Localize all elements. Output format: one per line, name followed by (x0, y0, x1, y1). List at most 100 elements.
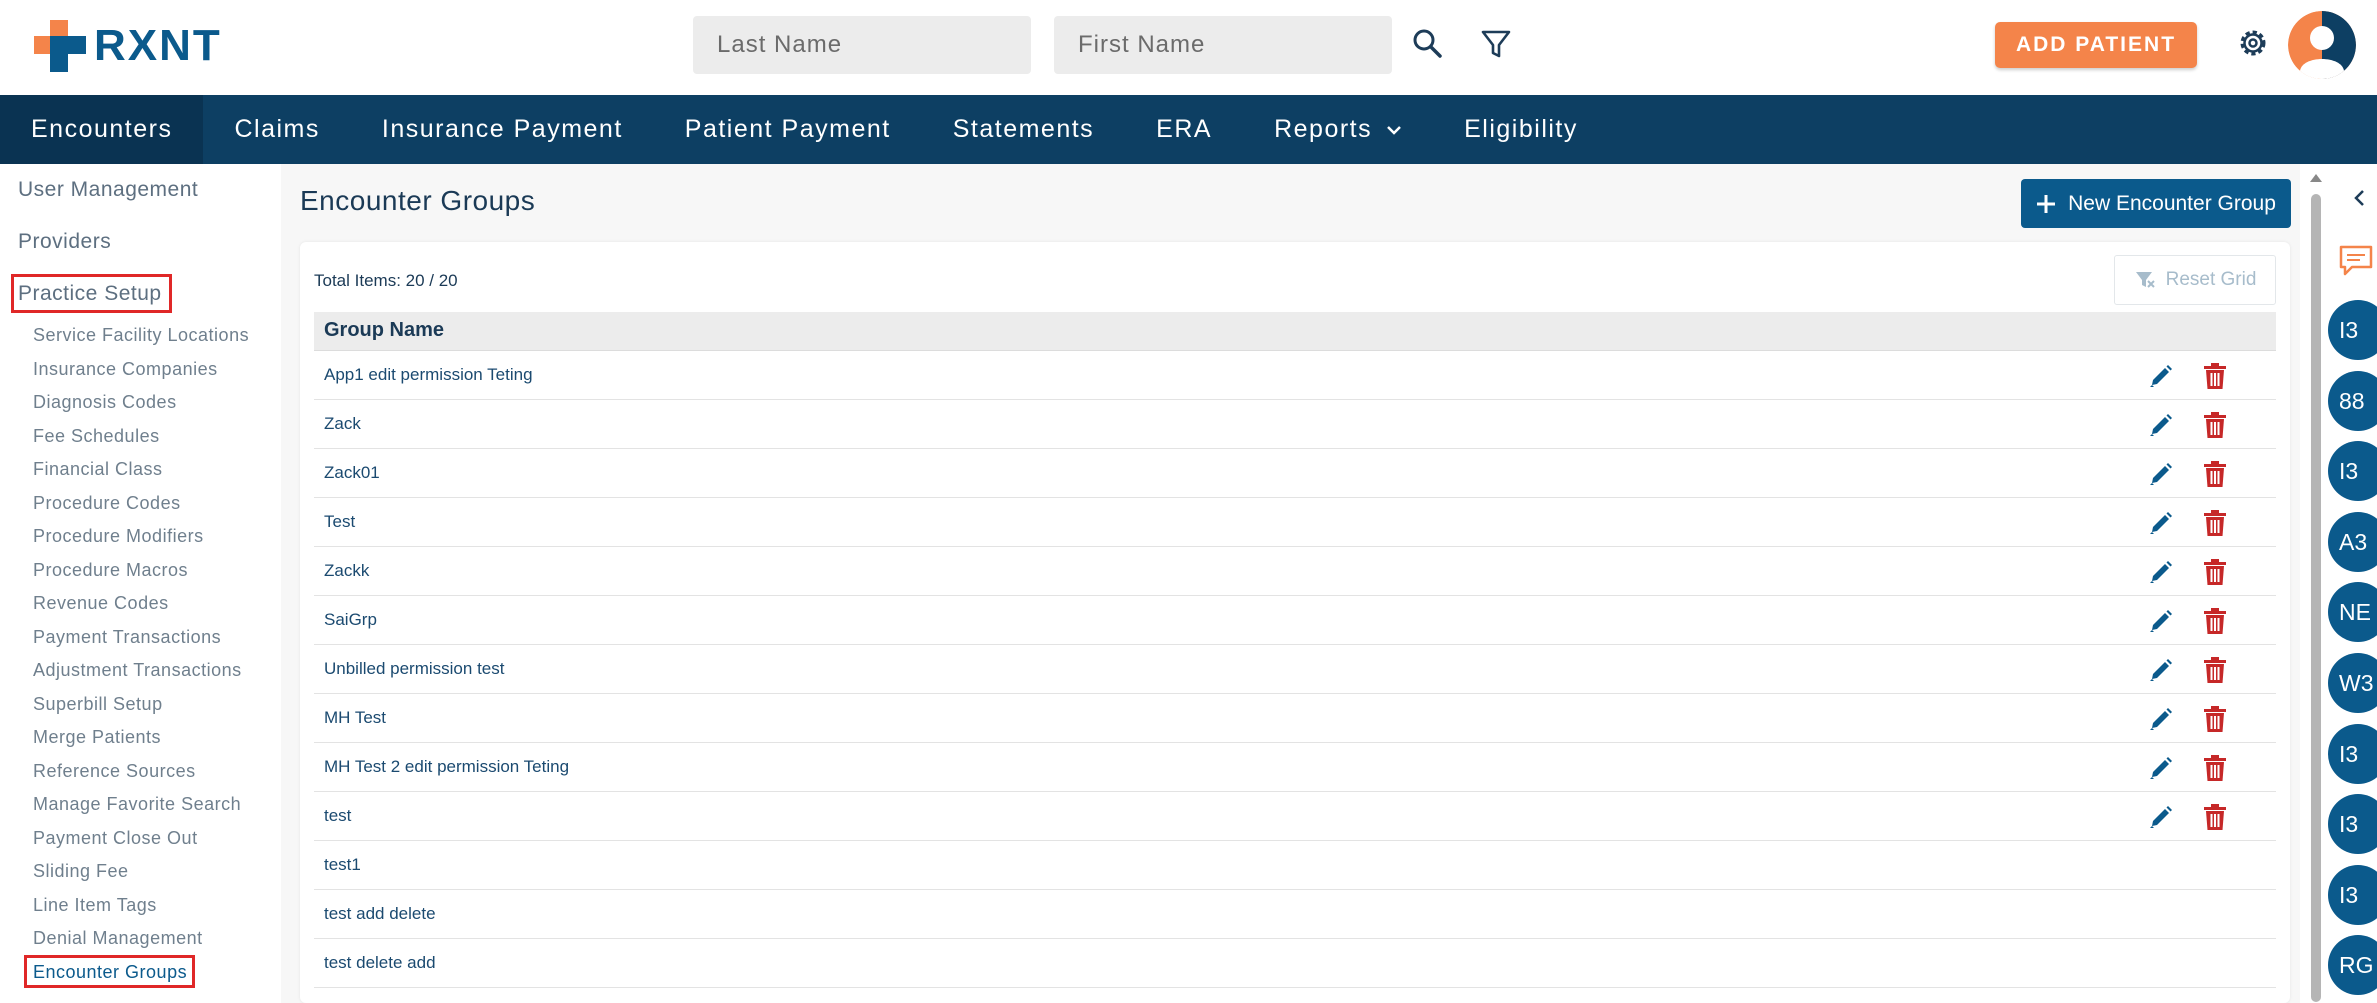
nav-reports-label: Reports (1274, 115, 1373, 143)
logo-cross-icon (34, 20, 86, 72)
group-name-cell[interactable]: Zack (324, 414, 361, 434)
add-patient-button[interactable]: ADD PATIENT (1995, 22, 2197, 68)
edit-pencil-icon[interactable] (2148, 559, 2174, 585)
nav-patient-payment[interactable]: Patient Payment (654, 95, 922, 164)
chat-icon[interactable] (2338, 244, 2374, 278)
scroll-thumb[interactable] (2311, 194, 2321, 1002)
group-name-cell[interactable]: Zackk (324, 561, 369, 581)
sidebar-item-user-management[interactable]: User Management (18, 178, 198, 202)
delete-trash-icon[interactable] (2202, 607, 2228, 635)
nav-statements[interactable]: Statements (922, 95, 1125, 164)
sidebar-subitem-sliding-fee[interactable]: Sliding Fee (33, 861, 129, 882)
nav-claims[interactable]: Claims (203, 95, 350, 164)
group-name-cell[interactable]: Unbilled permission test (324, 659, 504, 679)
sidebar-subitem-denial-management[interactable]: Denial Management (33, 928, 203, 949)
sidebar-subitem-procedure-macros[interactable]: Procedure Macros (33, 560, 188, 581)
rxnt-logo[interactable]: RXNT (32, 18, 222, 74)
nav-insurance-payment-label: Insurance Payment (381, 115, 623, 143)
sidebar-subitem-superbill-setup[interactable]: Superbill Setup (33, 694, 163, 715)
nav-eligibility[interactable]: Eligibility (1433, 95, 1609, 164)
sidebar-subitem-procedure-codes[interactable]: Procedure Codes (33, 493, 181, 514)
page-title: Encounter Groups (300, 185, 536, 216)
table-row[interactable]: SaiGrp (314, 596, 2276, 645)
sidebar-subitem-insurance-companies[interactable]: Insurance Companies (33, 359, 218, 380)
nav-reports[interactable]: Reports (1243, 95, 1433, 164)
search-icon[interactable] (1410, 26, 1446, 62)
edit-pencil-icon[interactable] (2148, 657, 2174, 683)
table-row[interactable]: Zack01 (314, 449, 2276, 498)
nav-insurance-payment[interactable]: Insurance Payment (351, 95, 654, 164)
sidebar-subitem-financial-class[interactable]: Financial Class (33, 459, 163, 480)
delete-trash-icon[interactable] (2202, 803, 2228, 831)
group-name-cell[interactable]: test (324, 806, 351, 826)
new-encounter-group-button[interactable]: New Encounter Group (2021, 179, 2291, 228)
chevron-down-icon (1386, 124, 1402, 136)
edit-pencil-icon[interactable] (2148, 755, 2174, 781)
sidebar-subitem-revenue-codes[interactable]: Revenue Codes (33, 593, 169, 614)
table-row[interactable]: test delete add (314, 939, 2276, 988)
sidebar-item-providers[interactable]: Providers (18, 230, 111, 254)
delete-trash-icon[interactable] (2202, 558, 2228, 586)
group-name-cell[interactable]: App1 edit permission Teting (324, 365, 533, 385)
grid-header[interactable]: Group Name (314, 312, 2276, 351)
collapse-chevron-left-icon[interactable] (2352, 188, 2368, 208)
logo-text: RXNT (94, 21, 222, 70)
sidebar-subitem-manage-favorite-search[interactable]: Manage Favorite Search (33, 794, 241, 815)
table-row[interactable]: test1 (314, 841, 2276, 890)
sidebar-item-practice-setup[interactable]: Practice Setup (18, 282, 162, 306)
group-name-cell[interactable]: MH Test 2 edit permission Teting (324, 757, 569, 777)
table-row[interactable]: MH Test (314, 694, 2276, 743)
gear-icon[interactable] (2235, 25, 2271, 61)
sidebar-subitem-merge-patients[interactable]: Merge Patients (33, 727, 161, 748)
delete-trash-icon[interactable] (2202, 656, 2228, 684)
sidebar-subitem-payment-transactions[interactable]: Payment Transactions (33, 627, 221, 648)
table-row[interactable]: Test (314, 498, 2276, 547)
column-header-group-name[interactable]: Group Name (324, 319, 444, 342)
vertical-scrollbar[interactable] (2306, 170, 2324, 1003)
table-row[interactable]: Zack (314, 400, 2276, 449)
table-row[interactable]: App1 edit permission Teting (314, 351, 2276, 400)
group-name-cell[interactable]: test add delete (324, 904, 436, 924)
edit-pencil-icon[interactable] (2148, 804, 2174, 830)
delete-trash-icon[interactable] (2202, 362, 2228, 390)
sidebar-subitem-line-item-tags[interactable]: Line Item Tags (33, 895, 157, 916)
delete-trash-icon[interactable] (2202, 411, 2228, 439)
group-name-cell[interactable]: SaiGrp (324, 610, 377, 630)
sidebar-subitem-reference-sources[interactable]: Reference Sources (33, 761, 196, 782)
edit-pencil-icon[interactable] (2148, 363, 2174, 389)
table-row[interactable]: test add delete (314, 890, 2276, 939)
table-row[interactable]: MH Test 2 edit permission Teting (314, 743, 2276, 792)
table-row[interactable]: Unbilled permission test (314, 645, 2276, 694)
delete-trash-icon[interactable] (2202, 460, 2228, 488)
sidebar-subitem-encounter-groups[interactable]: Encounter Groups (33, 962, 187, 983)
sidebar-subitem-service-facility-locations[interactable]: Service Facility Locations (33, 325, 249, 346)
delete-trash-icon[interactable] (2202, 509, 2228, 537)
delete-trash-icon[interactable] (2202, 705, 2228, 733)
sidebar-subitem-diagnosis-codes[interactable]: Diagnosis Codes (33, 392, 177, 413)
first-name-input[interactable] (1054, 16, 1392, 74)
scroll-up-arrow-icon[interactable] (2310, 174, 2322, 182)
group-name-cell[interactable]: Test (324, 512, 355, 532)
reset-grid-button[interactable]: Reset Grid (2114, 255, 2276, 305)
user-avatar[interactable] (2288, 11, 2356, 79)
nav-encounters[interactable]: Encounters (0, 95, 204, 164)
edit-pencil-icon[interactable] (2148, 461, 2174, 487)
sidebar-subitem-procedure-modifiers[interactable]: Procedure Modifiers (33, 526, 204, 547)
group-name-cell[interactable]: test1 (324, 855, 361, 875)
group-name-cell[interactable]: Zack01 (324, 463, 380, 483)
filter-icon[interactable] (1478, 26, 1514, 62)
nav-era[interactable]: ERA (1125, 95, 1243, 164)
edit-pencil-icon[interactable] (2148, 608, 2174, 634)
edit-pencil-icon[interactable] (2148, 510, 2174, 536)
sidebar-subitem-fee-schedules[interactable]: Fee Schedules (33, 426, 160, 447)
group-name-cell[interactable]: test delete add (324, 953, 436, 973)
edit-pencil-icon[interactable] (2148, 412, 2174, 438)
group-name-cell[interactable]: MH Test (324, 708, 386, 728)
sidebar-subitem-payment-close-out[interactable]: Payment Close Out (33, 828, 198, 849)
sidebar-subitem-adjustment-transactions[interactable]: Adjustment Transactions (33, 660, 242, 681)
delete-trash-icon[interactable] (2202, 754, 2228, 782)
table-row[interactable]: test (314, 792, 2276, 841)
table-row[interactable]: Zackk (314, 547, 2276, 596)
last-name-input[interactable] (693, 16, 1031, 74)
edit-pencil-icon[interactable] (2148, 706, 2174, 732)
